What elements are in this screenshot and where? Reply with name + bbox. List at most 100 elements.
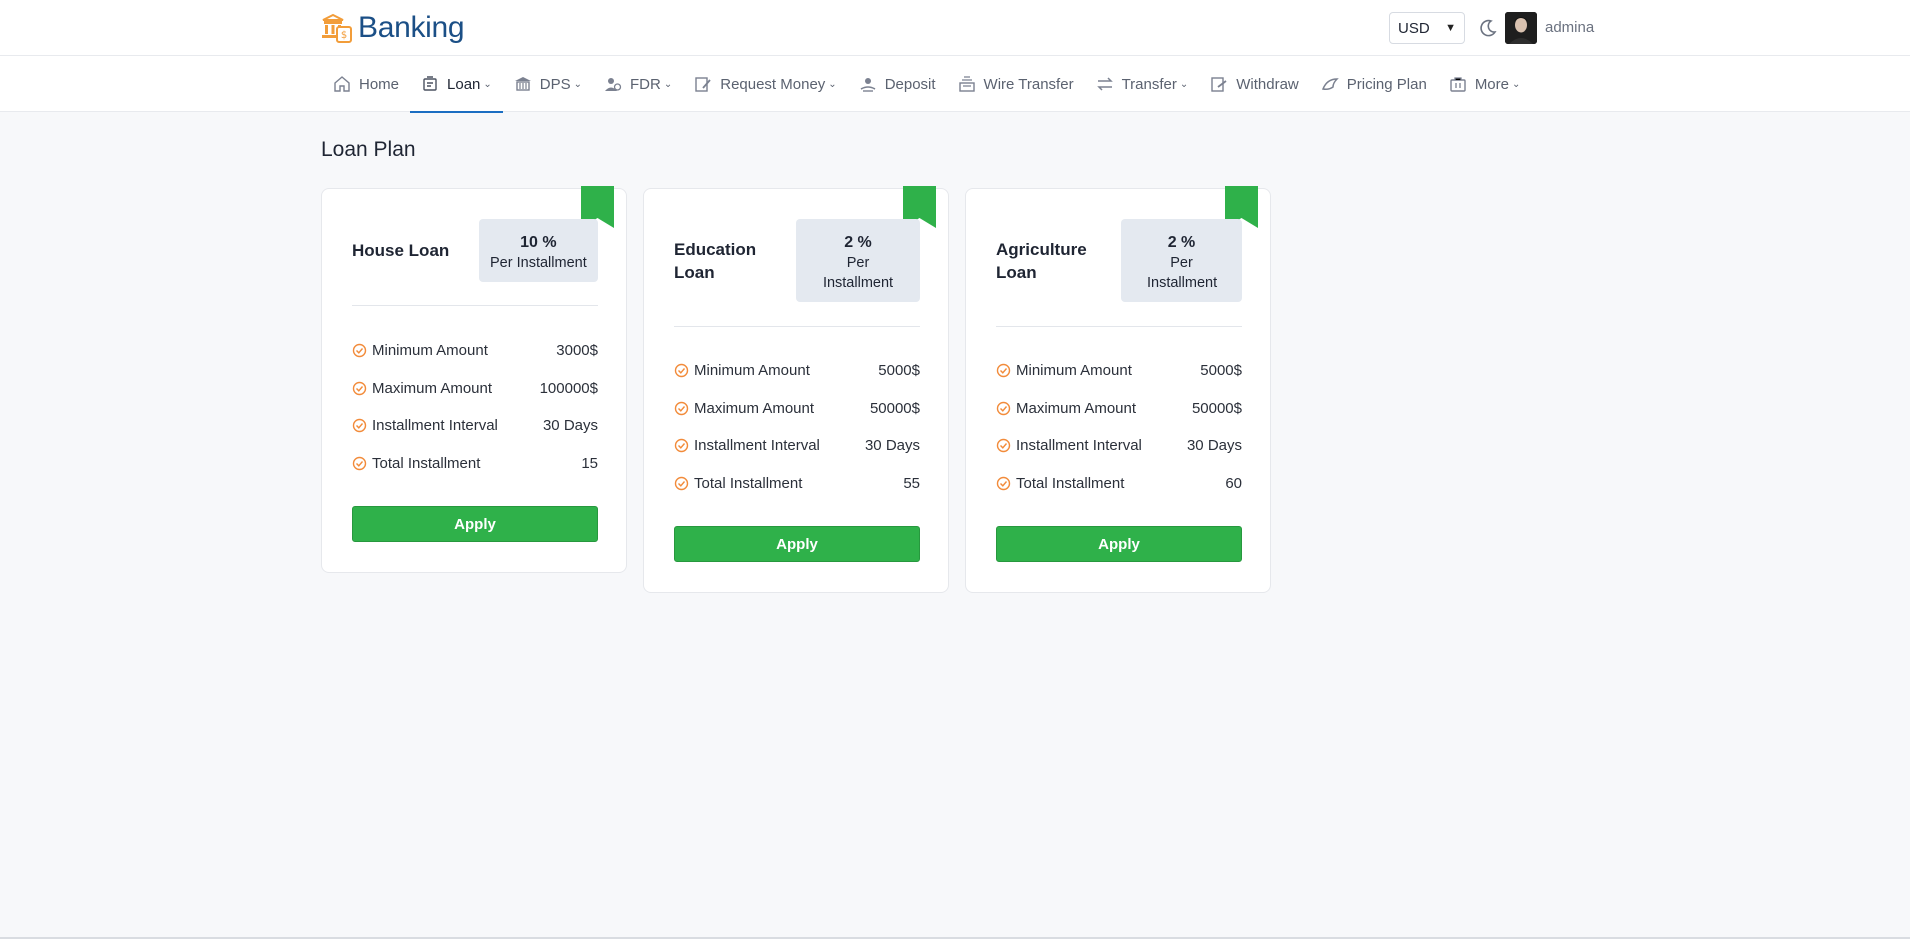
feature-row: Installment Interval 30 Days [996,434,1242,456]
check-circle-icon [674,476,689,490]
nav-wire-transfer[interactable]: Wire Transfer [947,56,1085,112]
feature-value: 5000$ [878,361,920,379]
nav-label: Wire Transfer [983,75,1074,93]
nav-label: Withdraw [1236,75,1299,93]
nav-label: Loan [447,75,481,93]
loan-icon [423,76,437,91]
rate-box: 10 % Per Installment [478,219,598,282]
chevron-down-icon: ⌄ [1512,78,1521,90]
feature-row: Total Installment 55 [674,472,920,494]
feature-row: Maximum Amount 100000$ [352,377,598,399]
nav-dps[interactable]: DPS ⌄ [503,56,593,112]
main-nav: Home Loan ⌄ DPS ⌄ FDR ⌄ Request Money ⌄ … [0,56,1910,113]
feature-label: Total Installment [694,474,803,492]
bank-icon [514,77,531,91]
chevron-down-icon: ⌄ [1179,78,1189,90]
loan-plan-card: Agriculture Loan 2 % Per Installment Min… [965,186,1271,593]
nav-more[interactable]: More ⌄ [1438,56,1532,112]
user-photo-icon [1505,12,1537,44]
divider [996,326,1242,327]
check-circle-icon [996,363,1011,377]
nav-request-money[interactable]: Request Money ⌄ [683,56,847,112]
apply-button[interactable]: Apply [996,526,1242,562]
feature-value: 3000$ [556,341,598,359]
check-circle-icon [674,438,689,452]
check-circle-icon [996,401,1011,415]
nav-fdr[interactable]: FDR ⌄ [593,56,683,112]
rate-value: 2 % [1167,234,1196,251]
feature-row: Minimum Amount 5000$ [674,359,920,381]
loan-plan-card: Education Loan 2 % Per Installment Minim… [643,186,949,593]
check-circle-icon [352,418,367,432]
feature-value: 30 Days [542,416,598,434]
feature-label: Installment Interval [694,436,820,454]
rate-value: 2 % [844,234,872,251]
check-circle-icon [996,438,1011,452]
feature-value: 60 [1225,474,1242,492]
feature-row: Minimum Amount 3000$ [352,339,598,361]
feature-label: Maximum Amount [1016,399,1137,417]
chevron-down-icon: ⌄ [663,78,673,90]
nav-withdraw[interactable]: Withdraw [1199,56,1310,112]
feature-value: 30 Days [1186,436,1242,454]
page-title: Loan Plan [321,138,416,161]
feature-row: Installment Interval 30 Days [352,414,598,436]
feature-label: Maximum Amount [372,379,493,397]
pricing-icon [1321,78,1339,90]
rate-label: Per Installment [822,255,894,291]
chevron-down-icon: ⌄ [573,78,583,90]
divider [352,305,598,306]
top-header: $ Banking USD ▼ admina [0,0,1910,56]
home-icon [334,76,350,92]
check-circle-icon [352,456,367,470]
nav-label: Pricing Plan [1346,75,1427,93]
users-icon [605,78,622,91]
currency-select[interactable]: USD ▼ [1389,12,1465,44]
loan-name: House Loan [352,241,450,260]
feature-row: Minimum Amount 5000$ [996,359,1242,381]
feature-value: 30 Days [864,436,920,454]
deposit-icon [860,78,876,92]
rate-value: 10 % [520,234,557,251]
nav-pricing-plan[interactable]: Pricing Plan [1310,56,1438,112]
feature-row: Total Installment 15 [352,452,598,474]
check-circle-icon [996,476,1011,490]
rate-label: Per Installment [1147,255,1218,291]
feature-value: 50000$ [869,399,920,417]
moon-icon[interactable] [1478,18,1498,38]
divider [674,326,920,327]
feature-label: Total Installment [372,454,481,472]
request-icon [695,77,711,92]
loan-plan-card: House Loan 10 % Per Installment Minimum … [321,186,627,573]
nav-home[interactable]: Home [322,56,410,112]
feature-value: 100000$ [539,379,598,397]
nav-label: Transfer [1121,75,1177,93]
chevron-down-icon: ⌄ [483,78,492,90]
apply-button[interactable]: Apply [674,526,920,562]
nav-loan[interactable]: Loan ⌄ [410,56,503,113]
nav-transfer[interactable]: Transfer ⌄ [1085,56,1200,112]
nav-label: Request Money [720,75,826,93]
apply-button[interactable]: Apply [352,506,598,542]
feature-label: Minimum Amount [372,341,488,359]
brand-logo[interactable]: $ Banking [320,8,465,48]
nav-deposit[interactable]: Deposit [848,56,947,112]
wire-icon [958,76,975,92]
avatar[interactable] [1505,12,1537,44]
feature-label: Total Installment [1016,474,1125,492]
username[interactable]: admina [1545,19,1594,36]
rate-box: 2 % Per Installment [1121,219,1242,302]
transfer-icon [1096,77,1113,91]
svg-text:$: $ [341,30,347,41]
feature-label: Minimum Amount [1016,361,1132,379]
nav-label: Home [359,75,400,93]
check-circle-icon [674,401,689,415]
feature-row: Maximum Amount 50000$ [996,397,1242,419]
chevron-down-icon: ▼ [1445,22,1456,34]
currency-value: USD [1398,19,1430,37]
feature-value: 15 [581,454,598,472]
check-circle-icon [674,363,689,377]
feature-value: 50000$ [1191,399,1242,417]
feature-value: 5000$ [1200,361,1242,379]
feature-row: Installment Interval 30 Days [674,434,920,456]
